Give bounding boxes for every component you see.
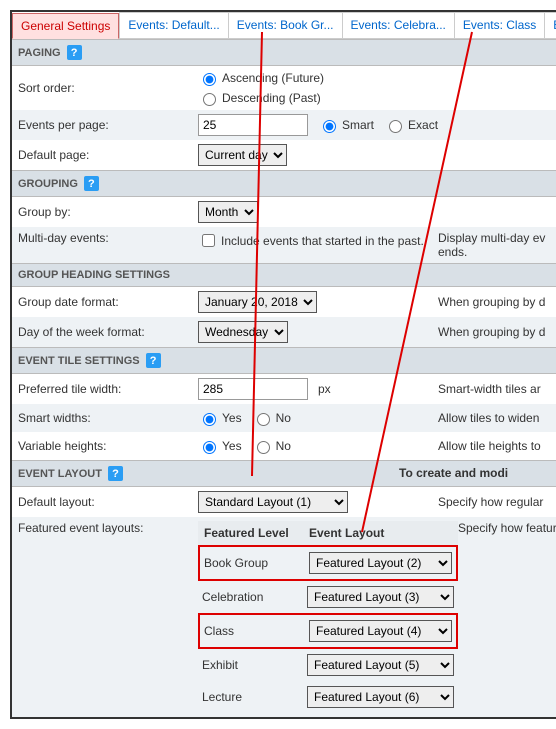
row-default-layout: Default layout: Standard Layout (1) Spec… bbox=[12, 487, 556, 517]
section-layout-label: EVENT LAYOUT bbox=[18, 468, 102, 480]
section-paging-label: PAGING bbox=[18, 47, 61, 59]
featured-row-lecture: Lecture Featured Layout (6) bbox=[198, 681, 458, 713]
smart-widths-yes[interactable]: Yes bbox=[198, 410, 242, 426]
row-dow-format: Day of the week format: Wednesday When g… bbox=[12, 317, 556, 347]
multiday-side: Display multi-day ev ends. bbox=[438, 231, 556, 259]
section-group-heading-label: GROUP HEADING SETTINGS bbox=[18, 269, 170, 281]
epp-smart-radio[interactable]: Smart bbox=[318, 117, 374, 133]
row-default-page: Default page: Current day bbox=[12, 140, 556, 170]
section-layout-side: To create and modi bbox=[399, 466, 556, 480]
featured-layouts-label: Featured event layouts: bbox=[18, 521, 198, 535]
pref-width-input[interactable] bbox=[198, 378, 308, 400]
section-paging: PAGING ? bbox=[12, 39, 556, 66]
section-grouping-label: GROUPING bbox=[18, 178, 78, 190]
row-events-per-page: Events per page: Smart Exact bbox=[12, 110, 556, 140]
tab-events-celebration[interactable]: Events: Celebra... bbox=[342, 12, 454, 38]
smart-widths-side: Allow tiles to widen bbox=[438, 411, 556, 425]
featured-level: Lecture bbox=[202, 690, 307, 704]
date-format-label: Group date format: bbox=[18, 295, 198, 309]
th-event-layout: Event Layout bbox=[309, 526, 452, 540]
var-heights-side: Allow tile heights to bbox=[438, 439, 556, 453]
section-tile: EVENT TILE SETTINGS ? bbox=[12, 347, 556, 374]
dow-label: Day of the week format: bbox=[18, 325, 198, 339]
featured-row-celebration: Celebration Featured Layout (3) bbox=[198, 581, 458, 613]
var-heights-label: Variable heights: bbox=[18, 439, 198, 453]
row-multiday: Multi-day events: Include events that st… bbox=[12, 227, 556, 263]
section-tile-label: EVENT TILE SETTINGS bbox=[18, 355, 140, 367]
help-icon[interactable]: ? bbox=[146, 353, 161, 368]
dow-side: When grouping by d bbox=[438, 325, 556, 339]
var-heights-yes[interactable]: Yes bbox=[198, 438, 242, 454]
featured-layout-select[interactable]: Featured Layout (6) bbox=[307, 686, 454, 708]
featured-level: Book Group bbox=[204, 556, 309, 570]
settings-panel: General Settings Events: Default... Even… bbox=[10, 10, 556, 719]
sort-asc-radio[interactable]: Ascending (Future) bbox=[198, 70, 324, 86]
default-layout-label: Default layout: bbox=[18, 495, 198, 509]
var-heights-no[interactable]: No bbox=[252, 438, 291, 454]
row-pref-width: Preferred tile width: px Smart-width til… bbox=[12, 374, 556, 404]
help-icon[interactable]: ? bbox=[108, 466, 123, 481]
date-format-select[interactable]: January 20, 2018 bbox=[198, 291, 317, 313]
row-group-by: Group by: Month bbox=[12, 197, 556, 227]
default-page-label: Default page: bbox=[18, 148, 198, 162]
px-label: px bbox=[318, 382, 331, 396]
tab-events-class[interactable]: Events: Class bbox=[454, 12, 544, 38]
featured-level: Exhibit bbox=[202, 658, 307, 672]
section-group-heading: GROUP HEADING SETTINGS bbox=[12, 263, 556, 287]
pref-width-label: Preferred tile width: bbox=[18, 382, 198, 396]
tab-events-book-group[interactable]: Events: Book Gr... bbox=[228, 12, 342, 38]
featured-layout-select[interactable]: Featured Layout (4) bbox=[309, 620, 452, 642]
default-layout-side: Specify how regular bbox=[438, 495, 556, 509]
smart-widths-no[interactable]: No bbox=[252, 410, 291, 426]
featured-level: Celebration bbox=[202, 590, 307, 604]
featured-table: Featured Level Event Layout Book Group F… bbox=[198, 521, 458, 713]
help-icon[interactable]: ? bbox=[67, 45, 82, 60]
pref-width-side: Smart-width tiles ar bbox=[438, 382, 556, 396]
tab-events-default[interactable]: Events: Default... bbox=[119, 12, 227, 38]
section-layout: EVENT LAYOUT ? To create and modi bbox=[12, 460, 556, 487]
group-by-select[interactable]: Month bbox=[198, 201, 258, 223]
featured-row-book-group: Book Group Featured Layout (2) bbox=[198, 545, 458, 581]
tab-bar: General Settings Events: Default... Even… bbox=[12, 12, 556, 39]
row-smart-widths: Smart widths: Yes No Allow tiles to wide… bbox=[12, 404, 556, 432]
featured-row-class: Class Featured Layout (4) bbox=[198, 613, 458, 649]
tab-events-extra[interactable]: Events: E bbox=[544, 12, 556, 38]
th-featured-level: Featured Level bbox=[204, 526, 309, 540]
featured-row-exhibit: Exhibit Featured Layout (5) bbox=[198, 649, 458, 681]
featured-layout-select[interactable]: Featured Layout (5) bbox=[307, 654, 454, 676]
sort-order-label: Sort order: bbox=[18, 81, 198, 95]
tab-general-settings[interactable]: General Settings bbox=[12, 13, 119, 39]
featured-level: Class bbox=[204, 624, 309, 638]
featured-layouts-side: Specify how feature bbox=[458, 521, 556, 535]
group-by-label: Group by: bbox=[18, 205, 198, 219]
sort-desc-radio[interactable]: Descending (Past) bbox=[198, 90, 324, 106]
featured-table-header: Featured Level Event Layout bbox=[198, 521, 458, 545]
dow-select[interactable]: Wednesday bbox=[198, 321, 288, 343]
multiday-label: Multi-day events: bbox=[18, 231, 198, 245]
row-var-heights: Variable heights: Yes No Allow tile heig… bbox=[12, 432, 556, 460]
epp-label: Events per page: bbox=[18, 118, 198, 132]
default-page-select[interactable]: Current day bbox=[198, 144, 287, 166]
default-layout-select[interactable]: Standard Layout (1) bbox=[198, 491, 348, 513]
featured-layout-select[interactable]: Featured Layout (2) bbox=[309, 552, 452, 574]
epp-input[interactable] bbox=[198, 114, 308, 136]
help-icon[interactable]: ? bbox=[84, 176, 99, 191]
row-featured-layouts: Featured event layouts: Featured Level E… bbox=[12, 517, 556, 717]
section-grouping: GROUPING ? bbox=[12, 170, 556, 197]
row-date-format: Group date format: January 20, 2018 When… bbox=[12, 287, 556, 317]
smart-widths-label: Smart widths: bbox=[18, 411, 198, 425]
epp-exact-radio[interactable]: Exact bbox=[384, 117, 438, 133]
row-sort-order: Sort order: Ascending (Future) Descendin… bbox=[12, 66, 556, 110]
multiday-checkbox[interactable]: Include events that started in the past. bbox=[198, 231, 424, 250]
date-format-side: When grouping by d bbox=[438, 295, 556, 309]
